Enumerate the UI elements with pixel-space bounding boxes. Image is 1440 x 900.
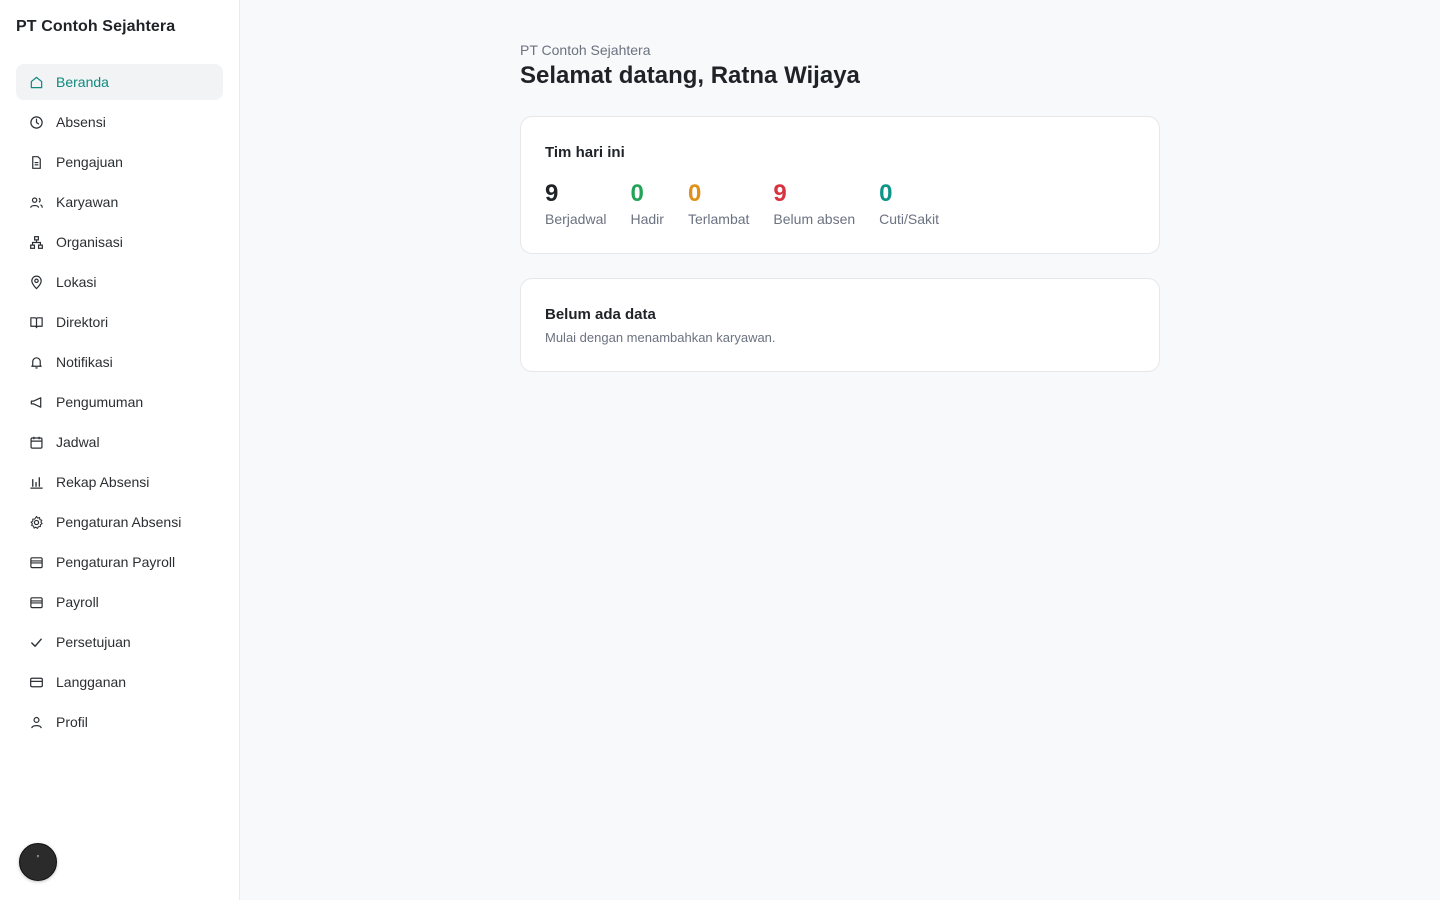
- map-pin-icon: [28, 274, 44, 290]
- sidebar-item-label: Karyawan: [56, 194, 119, 210]
- sidebar-item-langganan[interactable]: Langganan: [16, 664, 223, 700]
- sidebar-item-rekap-absensi[interactable]: Rekap Absensi: [16, 464, 223, 500]
- gear-icon: [28, 514, 44, 530]
- floating-action-button[interactable]: ': [19, 843, 57, 881]
- stat-label: Belum absen: [773, 211, 856, 227]
- sidebar-item-label: Beranda: [56, 74, 109, 90]
- sidebar-item-label: Lokasi: [56, 274, 97, 290]
- sidebar-item-payroll[interactable]: Payroll: [16, 584, 223, 620]
- org-chart-icon: [28, 234, 44, 250]
- stat-value: 9: [773, 180, 787, 207]
- team-stats: 9 Berjadwal 0 Hadir 0 Terlambat 9 Belum absen 0 C…: [545, 179, 963, 227]
- stat-value: 0: [879, 180, 893, 207]
- sidebar-item-beranda[interactable]: Beranda: [16, 64, 223, 100]
- stat-value: 0: [687, 180, 702, 207]
- stat-value: 0: [630, 180, 644, 207]
- bell-icon: [28, 354, 44, 370]
- sidebar-item-organisasi[interactable]: Organisasi: [16, 224, 223, 260]
- sidebar-item-direktori[interactable]: Direktori: [16, 304, 223, 340]
- document-icon: [28, 154, 44, 170]
- check-icon: [28, 634, 44, 650]
- sidebar-item-profil[interactable]: Profil: [16, 704, 223, 740]
- stat-hadir: 0 Hadir: [630, 179, 663, 227]
- sidebar-item-label: Persetujuan: [56, 634, 131, 650]
- sidebar-item-notifikasi[interactable]: Notifikasi: [16, 344, 223, 380]
- sidebar-item-label: Pengaturan Payroll: [56, 554, 176, 570]
- stat-label: Hadir: [630, 211, 664, 227]
- sidebar-item-label: Notifikasi: [56, 354, 113, 370]
- sidebar-nav: Beranda Absensi Pengajuan Karyawan Organisas…: [16, 64, 223, 744]
- sidebar-item-label: Organisasi: [56, 234, 123, 250]
- stat-belum-absen: 9 Belum absen: [773, 179, 855, 227]
- stat-cuti-sakit: 0 Cuti/Sakit: [879, 179, 939, 227]
- sidebar-item-pengaturan-payroll[interactable]: Pengaturan Payroll: [16, 544, 223, 580]
- brand-name: PT Contoh Sejahtera: [16, 18, 176, 35]
- sidebar-item-absensi[interactable]: Absensi: [16, 104, 223, 140]
- sidebar-item-pengaturan-absensi[interactable]: Pengaturan Absensi: [16, 504, 223, 540]
- bar-chart-icon: [28, 474, 44, 490]
- sidebar-item-pengumuman[interactable]: Pengumuman: [16, 384, 223, 420]
- megaphone-icon: [28, 394, 44, 410]
- calendar-icon: [28, 434, 44, 450]
- sidebar-item-label: Absensi: [56, 114, 106, 130]
- sidebar-item-label: Direktori: [56, 314, 109, 330]
- stat-label: Berjadwal: [545, 211, 607, 227]
- user-icon: [28, 714, 44, 730]
- users-icon: [28, 194, 44, 210]
- home-icon: [28, 74, 44, 90]
- empty-state-subtitle: Mulai dengan menambahkan karyawan.: [545, 330, 776, 345]
- org-subtitle: PT Contoh Sejahtera: [520, 42, 651, 58]
- sidebar-item-lokasi[interactable]: Lokasi: [16, 264, 223, 300]
- stat-terlambat: 0 Terlambat: [688, 179, 749, 227]
- sidebar-item-label: Payroll: [56, 594, 99, 610]
- sidebar-item-jadwal[interactable]: Jadwal: [16, 424, 223, 460]
- empty-state-title: Belum ada data: [545, 306, 656, 323]
- sidebar-item-label: Pengumuman: [56, 394, 144, 410]
- sidebar-item-label: Rekap Absensi: [56, 474, 150, 490]
- stat-value: 9: [545, 180, 559, 207]
- page-title: Selamat datang, Ratna Wijaya: [520, 62, 860, 89]
- sidebar-item-label: Jadwal: [56, 434, 100, 450]
- sidebar: PT Contoh Sejahtera Beranda Absensi Pengaj…: [0, 0, 240, 900]
- fab-label: ': [37, 854, 39, 865]
- stat-label: Terlambat: [687, 211, 750, 227]
- sidebar-item-pengajuan[interactable]: Pengajuan: [16, 144, 223, 180]
- wallet-icon: [28, 554, 44, 570]
- book-icon: [28, 314, 44, 330]
- stat-label: Cuti/Sakit: [879, 211, 940, 227]
- team-today-card: Tim hari ini 9 Berjadwal 0 Hadir 0 Terlambat 9…: [520, 116, 1160, 254]
- stat-berjadwal: 9 Berjadwal: [545, 179, 606, 227]
- empty-state-card: Belum ada data Mulai dengan menambahkan …: [520, 278, 1160, 372]
- sidebar-item-label: Pengaturan Absensi: [56, 514, 182, 530]
- sidebar-item-label: Pengajuan: [56, 154, 123, 170]
- credit-card-icon: [28, 674, 44, 690]
- clock-icon: [28, 114, 44, 130]
- sidebar-item-label: Langganan: [56, 674, 127, 690]
- sidebar-item-persetujuan[interactable]: Persetujuan: [16, 624, 223, 660]
- wallet-icon: [28, 594, 44, 610]
- sidebar-item-label: Profil: [56, 714, 88, 730]
- sidebar-item-karyawan[interactable]: Karyawan: [16, 184, 223, 220]
- team-today-title: Tim hari ini: [545, 144, 625, 161]
